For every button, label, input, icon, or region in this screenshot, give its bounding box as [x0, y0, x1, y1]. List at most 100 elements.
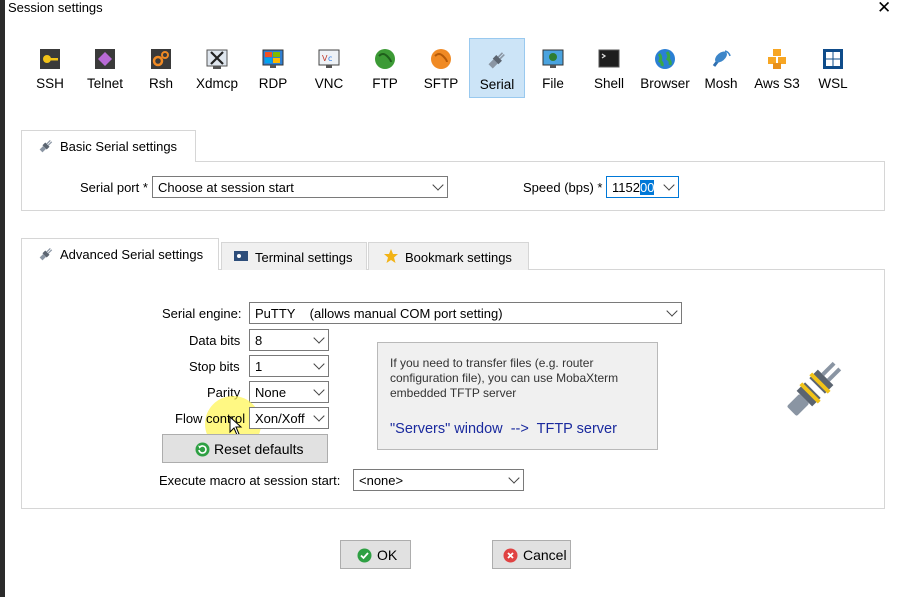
reset-defaults-label: Reset defaults	[214, 441, 304, 457]
protocol-label: File	[542, 76, 564, 91]
parity-select[interactable]: None	[249, 381, 329, 403]
vnc-icon: Vc	[318, 49, 340, 68]
serial-plug-icon	[39, 247, 53, 261]
file-monitor-icon	[542, 49, 564, 68]
protocol-ftp[interactable]: FTP	[357, 38, 413, 98]
data-bits-value: 8	[255, 333, 263, 348]
green-globe-icon	[375, 49, 395, 69]
serial-engine-value: PuTTY (allows manual COM port setting)	[255, 306, 503, 321]
protocol-label: Xdmcp	[195, 76, 239, 91]
protocol-label: Rsh	[148, 76, 173, 91]
protocol-ssh[interactable]: SSH	[22, 38, 78, 98]
check-icon	[357, 548, 372, 563]
serial-port-select[interactable]: Choose at session start	[152, 176, 448, 198]
terminal-icon	[598, 49, 620, 68]
protocol-label: Shell	[593, 76, 625, 91]
chevron-down-icon	[666, 305, 678, 317]
key-icon	[40, 49, 60, 69]
protocol-label: RDP	[258, 76, 288, 91]
serial-plug-icon	[488, 52, 505, 69]
chevron-down-icon	[313, 358, 325, 370]
protocol-xdmcp[interactable]: Xdmcp	[189, 38, 245, 98]
gears-icon	[151, 49, 171, 69]
protocol-wsl[interactable]: WSL	[805, 38, 861, 98]
protocol-rdp[interactable]: RDP	[245, 38, 301, 98]
chevron-down-icon	[313, 384, 325, 396]
data-bits-label: Data bits	[189, 333, 241, 348]
protocol-telnet[interactable]: Telnet	[77, 38, 133, 98]
satellite-icon	[712, 50, 731, 67]
stop-bits-select[interactable]: 1	[249, 355, 329, 377]
tab-basic-serial-settings[interactable]: Basic Serial settings	[21, 130, 196, 162]
protocol-file[interactable]: File	[525, 38, 581, 98]
speed-selected-text: 00	[639, 180, 655, 195]
serial-port-value: Choose at session start	[158, 180, 294, 195]
serial-plug-large-icon	[787, 361, 842, 416]
refresh-icon	[195, 442, 210, 457]
speed-label: Speed (bps) *	[523, 180, 603, 195]
tftp-servers-link[interactable]: "Servers" window --> TFTP server	[390, 421, 617, 437]
monitor-icon	[262, 49, 284, 68]
tab-label: Terminal settings	[255, 250, 353, 265]
tftp-info-text: If you need to transfer files (e.g. rout…	[390, 356, 619, 400]
cubes-icon	[768, 49, 786, 69]
stop-bits-label: Stop bits	[189, 359, 240, 374]
macro-value: <none>	[359, 473, 404, 488]
tab-label: Advanced Serial settings	[60, 247, 204, 262]
protocol-rsh[interactable]: Rsh	[133, 38, 189, 98]
flow-control-select[interactable]: Xon/Xoff	[249, 407, 329, 429]
protocol-label: Aws S3	[754, 76, 800, 91]
mouse-cursor-icon	[229, 416, 243, 436]
protocol-label: Serial	[479, 77, 515, 92]
background-window-strip	[0, 0, 5, 597]
protocol-vnc[interactable]: Vc VNC	[301, 38, 357, 98]
chevron-down-icon	[313, 410, 325, 422]
data-bits-select[interactable]: 8	[249, 329, 329, 351]
chevron-down-icon	[432, 179, 444, 191]
speed-combobox[interactable]: 115200	[606, 176, 679, 198]
protocol-serial[interactable]: Serial	[469, 38, 525, 98]
protocol-aws-s3[interactable]: Aws S3	[749, 38, 805, 98]
basic-settings-panel	[21, 161, 885, 211]
speed-value: 115200	[612, 180, 655, 195]
window-title: Session settings	[8, 0, 103, 15]
close-icon[interactable]: ✕	[877, 0, 891, 18]
protocol-label: WSL	[818, 76, 848, 91]
ok-button[interactable]: OK	[340, 540, 411, 569]
windows-icon	[823, 49, 843, 69]
cancel-label: Cancel	[523, 547, 567, 563]
tftp-info-box: If you need to transfer files (e.g. rout…	[377, 342, 658, 450]
macro-label: Execute macro at session start:	[159, 473, 341, 488]
tab-advanced-serial-settings[interactable]: Advanced Serial settings	[21, 238, 219, 270]
serial-plug-icon	[39, 139, 53, 153]
serial-engine-select[interactable]: PuTTY (allows manual COM port setting)	[249, 302, 682, 324]
ok-label: OK	[377, 547, 398, 563]
protocol-mosh[interactable]: Mosh	[693, 38, 749, 98]
chevron-down-icon	[313, 332, 325, 344]
protocol-label: SSH	[36, 76, 64, 91]
chevron-down-icon	[663, 179, 675, 191]
x-window-icon	[206, 49, 228, 69]
earth-icon	[655, 49, 675, 69]
tab-terminal-settings[interactable]: Terminal settings	[221, 242, 367, 270]
serial-port-label: Serial port *	[80, 180, 148, 195]
protocol-label: Browser	[640, 76, 690, 91]
gem-icon	[95, 49, 115, 69]
protocol-sftp[interactable]: SFTP	[413, 38, 469, 98]
protocol-shell[interactable]: Shell	[581, 38, 637, 98]
cancel-x-icon	[503, 548, 518, 563]
flow-control-value: Xon/Xoff	[255, 411, 305, 426]
terminal-settings-icon	[234, 251, 248, 261]
cancel-button[interactable]: Cancel	[492, 540, 571, 569]
stop-bits-value: 1	[255, 359, 263, 374]
serial-engine-label: Serial engine:	[162, 306, 242, 321]
parity-value: None	[255, 385, 287, 400]
tab-bookmark-settings[interactable]: Bookmark settings	[368, 242, 529, 270]
macro-select[interactable]: <none>	[353, 469, 524, 491]
tab-label: Basic Serial settings	[60, 139, 178, 154]
tab-label: Bookmark settings	[405, 250, 512, 265]
protocol-browser[interactable]: Browser	[637, 38, 693, 98]
reset-defaults-button[interactable]: Reset defaults	[162, 434, 328, 463]
protocol-label: VNC	[314, 76, 344, 91]
protocol-label: FTP	[372, 76, 398, 91]
